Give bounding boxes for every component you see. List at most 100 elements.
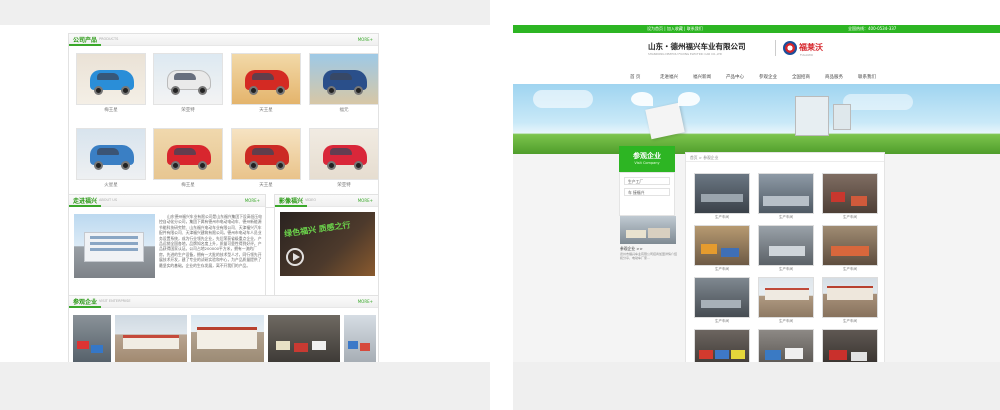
gallery-caption[interactable]: 生产车间 [758,215,814,220]
nav-item-news[interactable]: 福兴新闻 [693,74,711,80]
visit-title: 参观企业 [73,299,98,306]
gallery-photo[interactable] [822,173,878,214]
visit-header: 参观企业 VISIT ENTERPRISE MORE+ [69,296,378,308]
product-image[interactable] [153,128,223,180]
header: 山东・德州福兴车业有限公司 SHANDONG DEZHOU FUXING ELE… [513,33,1000,84]
products-title: 公司产品 [73,37,98,44]
product-image[interactable] [309,128,379,180]
video-panel: 影像福兴 VIDEO MORE+ 绿色福兴 质感之行 [274,194,379,296]
about-header: 走进福兴 ABOUT US MORE+ [69,195,265,207]
gallery-photo[interactable] [758,173,814,214]
product-image[interactable] [153,53,223,105]
play-icon[interactable] [286,248,304,266]
nav-item-products[interactable]: 产品中心 [726,74,744,80]
products-panel: 公司产品 PRODUCTS MORE+ 梅王星 荣亚特 天王星 福元 火星星 梅… [68,33,379,208]
top-bar: 设为首页 | 加入收藏 | 联系我们 全国热线：400-0534-337 [513,25,1000,33]
product-image[interactable] [231,53,301,105]
nav-item-about[interactable]: 走进福兴 [660,74,678,80]
visit-photo[interactable] [191,315,264,363]
product-caption[interactable]: 天王星 [231,107,301,113]
about-subtitle: ABOUT US [99,198,118,202]
nav-item-home[interactable]: 首 页 [630,74,640,80]
gallery-photo[interactable] [694,277,750,318]
sidebar-thumb[interactable] [620,216,676,244]
visit-panel: 参观企业 VISIT ENTERPRISE MORE+ [68,295,379,363]
brand-logo-icon [783,41,797,55]
company-name: 山东・德州福兴车业有限公司 [648,42,746,51]
gallery-caption[interactable]: 生产车间 [822,215,878,220]
gallery-photo[interactable] [822,225,878,266]
about-more-link[interactable]: MORE+ [245,198,260,203]
sidebar-item-factory[interactable]: 生产工厂 [624,177,670,185]
bottom-gray-band [513,362,1000,410]
header-accent [69,205,101,207]
product-caption[interactable]: 福元 [309,107,379,113]
logo-divider [775,40,776,56]
visit-more-link[interactable]: MORE+ [358,299,373,304]
banner-panel [833,104,851,130]
sidebar-item-visit[interactable]: 车 接福兴 [624,188,670,196]
video-title: 影像福兴 [279,198,304,205]
hotline: 全国热线：400-0534-337 [848,26,897,31]
product-image[interactable] [309,53,379,105]
gallery-caption[interactable]: 生产车间 [758,319,814,324]
product-caption[interactable]: 火星星 [76,182,146,188]
top-gray-band [0,0,490,25]
video-more-link[interactable]: MORE+ [358,198,373,203]
product-caption[interactable]: 梅王星 [76,107,146,113]
visit-subtitle: VISIT ENTERPRISE [99,299,131,303]
gallery-caption[interactable]: 生产车间 [694,319,750,324]
content-area: 参观企业 Visit Company 生产工厂 车 接福兴 参观企业 >> 德州… [513,146,1000,375]
visit-photo[interactable] [344,315,376,363]
nav-item-franchise[interactable]: 全国招商 [792,74,810,80]
sidebar-subtitle: Visit Company [634,161,660,165]
gallery-panel: 首页 > 参观企业 生产车间 生产车间 生产车间 生产车间 生产车间 生产车间 … [685,152,885,375]
visit-photo[interactable] [73,315,111,363]
gallery-photo[interactable] [822,277,878,318]
product-image[interactable] [76,128,146,180]
company-name-en: SHANDONG DEZHOU FUXING ELECTRIC CAR CO.,… [648,52,722,56]
visit-photo[interactable] [115,315,187,363]
nav-item-visit[interactable]: 参观企业 [759,74,777,80]
top-links[interactable]: 设为首页 | 加入收藏 | 联系我们 [647,26,703,32]
gallery-caption[interactable]: 生产车间 [822,319,878,324]
gallery-photo[interactable] [758,225,814,266]
product-caption[interactable]: 荣亚特 [309,182,379,188]
visit-photo[interactable] [268,315,340,363]
products-subtitle: PRODUCTS [99,37,119,41]
sidebar-thumb-text: 德州市福兴车业有限公司招商加盟详情介绍和分享，电动车厂家... [620,252,678,260]
product-caption[interactable]: 荣亚特 [153,107,223,113]
company-building-photo [74,214,155,278]
gallery-caption[interactable]: 生产车间 [694,267,750,272]
products-header: 公司产品 PRODUCTS MORE+ [69,34,378,46]
gallery-caption[interactable]: 生产车间 [822,267,878,272]
sidebar-title-block: 参观企业 Visit Company [619,146,675,172]
video-player[interactable]: 绿色福兴 质感之行 [280,212,375,276]
header-accent [69,306,101,308]
product-caption[interactable]: 天王星 [231,182,301,188]
banner-wing-right [678,92,700,106]
video-subtitle: VIDEO [305,198,317,202]
gallery-caption[interactable]: 生产车间 [758,267,814,272]
banner-panel [795,96,829,136]
nav-item-service[interactable]: 商品服务 [825,74,843,80]
gallery-caption[interactable]: 生产车间 [694,215,750,220]
gallery-photo[interactable] [694,225,750,266]
product-image[interactable] [76,53,146,105]
hero-banner [513,84,1000,154]
brand-name: 福莱沃 [799,43,823,52]
about-panel: 走进福兴 ABOUT US MORE+ 山东德州福兴车业有限公司是山东福兴集团下… [68,194,266,296]
product-image[interactable] [231,128,301,180]
brand-name-en: FULAIWO [800,53,813,57]
gallery-photo[interactable] [694,173,750,214]
about-text: 山东德州福兴车业有限公司是山东福兴集团下设高低压电控自动化分公司，集团下属有德州… [159,214,262,268]
bottom-gray-band [0,362,490,410]
sidebar-title: 参观企业 [633,152,661,160]
banner-box [645,102,685,140]
products-more-link[interactable]: MORE+ [358,37,373,42]
banner-wing-left [631,92,653,106]
header-accent [69,44,101,46]
gallery-photo[interactable] [758,277,814,318]
nav-item-contact[interactable]: 联系我们 [858,74,876,80]
product-caption[interactable]: 梅王星 [153,182,223,188]
